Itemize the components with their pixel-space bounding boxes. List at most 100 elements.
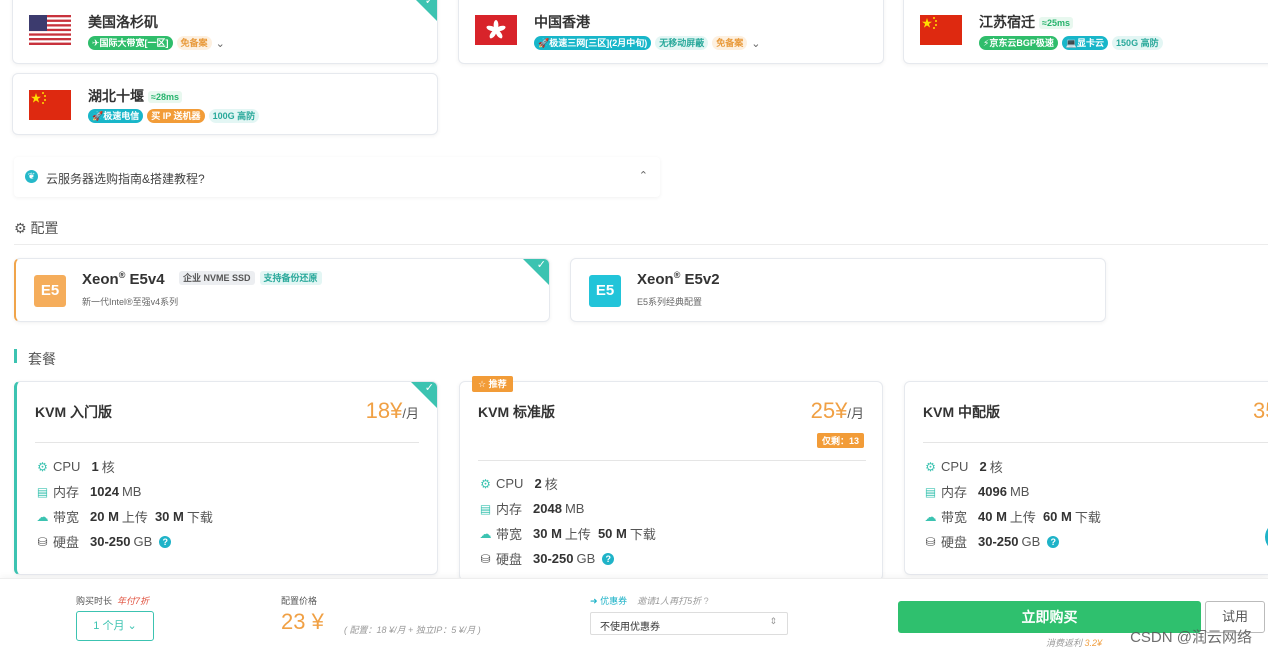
spec-memory: ▤ 内存 2048 MB [479,501,585,517]
plan-price: 25¥/月 [810,398,864,423]
chevron-up-icon[interactable]: ⌃ [639,169,648,182]
spec-cpu: ⚙ CPU 2 核 [478,474,558,493]
login-icon: ➜ [590,596,598,606]
duration-select[interactable]: 1 个月 ⌄ [76,611,154,641]
database-icon: ⛁ [480,551,491,566]
region-card-shiyan[interactable]: 湖北十堰 ≈28ms 🚀极速电信 买 IP 送机器 100G 高防 [12,73,438,135]
region-name: 美国洛杉矶 [88,14,158,30]
cn-flag-icon [29,90,71,120]
rebate-info: 消费返利 3.2¥ [1046,638,1103,648]
us-flag-icon [29,15,71,45]
memory-icon: ▤ [924,484,937,499]
region-tag: 无移动屏蔽 [655,36,709,50]
spec-bandwidth: ☁ 带宽 30 M 上传 50 M 下载 [479,526,656,542]
cloud-upload-icon: ☁ [36,509,49,524]
cpu-option-e5v4[interactable]: E5 Xeon® E5v4 企业 NVME SSD 支持备份还原 新一代Inte… [14,258,550,322]
plan-card-standard[interactable]: KVM 标准版 25¥/月 仅剩：13 ⚙ CPU 2 核 ▤ 内存 2048 MB ☁ 带宽… [459,381,883,581]
plan-divider [35,442,419,443]
hk-flag-icon [475,15,517,45]
check-icon: ✓ [424,0,434,7]
cloud-upload-icon: ☁ [924,509,937,524]
cpu-icon: ⚙ [480,476,491,491]
plan-price: 35 [1253,398,1268,423]
spec-bandwidth: ☁ 带宽 40 M 上传 60 M 下载 [924,509,1101,525]
help-icon[interactable]: ? [159,535,172,548]
cpu-tag: 支持备份还原 [259,271,322,285]
region-card-los-angeles[interactable]: 美国洛杉矶 ✈国际大带宽[一区] 免备案 ⌄ ✓ [12,0,438,64]
spec-disk: ⛁ 硬盘 30-250 GB? [35,532,172,551]
price-breakdown: ( 配置：18 ¥/月 + 独立IP：5 ¥/月 ) [344,625,481,635]
region-tag: 🚀极速三网[三区](2月中旬) [534,36,652,50]
check-icon: ✓ [536,259,546,271]
spec-disk: ⛁ 硬盘 30-250 GB? [923,532,1060,551]
cpu-name: Xeon® E5v4 [82,270,165,288]
cpu-name: Xeon® E5v2 [637,270,720,288]
region-name: 江苏宿迁 [979,14,1035,30]
spec-memory: ▤ 内存 1024 MB [36,484,142,500]
cpu-desc: 新一代Intel®至强v4系列 [82,297,179,307]
total-price: 23 ¥ [281,609,324,634]
memory-icon: ▤ [479,501,492,516]
region-card-hong-kong[interactable]: 中国香港 🚀极速三网[三区](2月中旬) 无移动屏蔽 免备案 ⌄ [458,0,884,64]
spec-cpu: ⚙ CPU 2 核 [923,457,1003,476]
spec-memory: ▤ 内存 4096 MB [924,484,1030,500]
check-icon: ✓ [424,382,434,394]
plan-name: KVM 中配版 [923,404,1000,420]
plan-card-medium[interactable]: KVM 中配版 35 ⚙CPU2核 ▤内存4096MB ☁带宽40 M上传60 … [904,381,1268,575]
region-tag: 免备案 [712,36,748,50]
price-label: 配置价格 [281,596,318,606]
region-tag: 100G 高防 [208,109,260,123]
cpu-icon: ⚙ [925,459,936,474]
cpu-badge: E5 [589,275,621,307]
ping-badge: ≈28ms [148,91,182,104]
section-marker [14,349,17,363]
ping-badge: ≈25ms [1039,17,1073,30]
plan-name: KVM 入门版 [35,404,112,420]
chevron-down-icon[interactable]: ⌄ [216,37,225,50]
cpu-option-e5v2[interactable]: E5 Xeon® E5v2 E5系列经典配置 [570,258,1106,322]
plan-divider [923,442,1268,443]
leaf-icon: ❦ [25,170,38,183]
config-title-text: 配置 [30,220,59,236]
plan-card-starter[interactable]: KVM 入门版 18¥/月 ⚙ CPU 1 核 ▤ 内存 1024 MB ☁ 带宽 20 M 上传… [14,381,438,575]
divider [14,244,1268,245]
region-card-suqian[interactable]: 江苏宿迁 ≈25ms ⚡京东云BGP极速 💻显卡云 150G 高防 [903,0,1268,64]
plan-name: KVM 标准版 [478,404,555,420]
region-tag: ⚡京东云BGP极速 [979,36,1058,50]
help-icon[interactable]: ? [1047,535,1060,548]
coupon-select[interactable]: 不使用优惠券 ⇕ [590,612,788,635]
help-icon[interactable]: ? [602,552,615,565]
region-name: 湖北十堰 [88,88,144,104]
duration-label: 购买时长 年付7折 [76,596,150,606]
plans-section-title: 套餐 [28,351,56,367]
cn-flag-icon [920,15,962,45]
spec-cpu: ⚙ CPU 1 核 [35,457,115,476]
region-tag: 💻显卡云 [1061,36,1109,50]
stock-badge: 仅剩：13 [816,433,864,448]
region-tag: 150G 高防 [1112,36,1163,50]
guide-text: 云服务器选购指南&搭建教程? [46,172,205,186]
spec-disk: ⛁ 硬盘 30-250 GB? [478,549,615,568]
coupon-label: ➜ 优惠券 邀请1人再打5折 ? [590,596,709,606]
help-icon[interactable]: ? [704,596,709,606]
cubes-icon: ⚙ [14,220,27,236]
watermark-text: CSDN @润云网络 [1130,629,1252,646]
cloud-upload-icon: ☁ [479,526,492,541]
database-icon: ⛁ [37,534,48,549]
cpu-tag: 企业 NVME SSD [179,271,255,285]
plan-divider [478,460,866,461]
config-section-title: ⚙ 配置 [14,218,58,238]
chevron-down-icon: ⌄ [127,620,137,632]
sort-icon: ⇕ [769,616,777,626]
region-name: 中国香港 [534,14,590,30]
region-tag: ✈国际大带宽[一区] [88,36,173,50]
cpu-icon: ⚙ [37,459,48,474]
cpu-desc: E5系列经典配置 [637,297,703,307]
database-icon: ⛁ [925,534,936,549]
spec-bandwidth: ☁ 带宽 20 M 上传 30 M 下载 [36,509,213,525]
purchase-bar: 购买时长 年付7折 1 个月 ⌄ 配置价格 23 ¥ ( 配置：18 ¥/月 + … [0,578,1268,653]
recommend-badge: ☆ 推荐 [472,376,513,392]
guide-collapse[interactable]: ❦ 云服务器选购指南&搭建教程? ⌃ [14,157,660,197]
chevron-down-icon[interactable]: ⌄ [751,37,760,50]
cpu-badge: E5 [34,275,66,307]
